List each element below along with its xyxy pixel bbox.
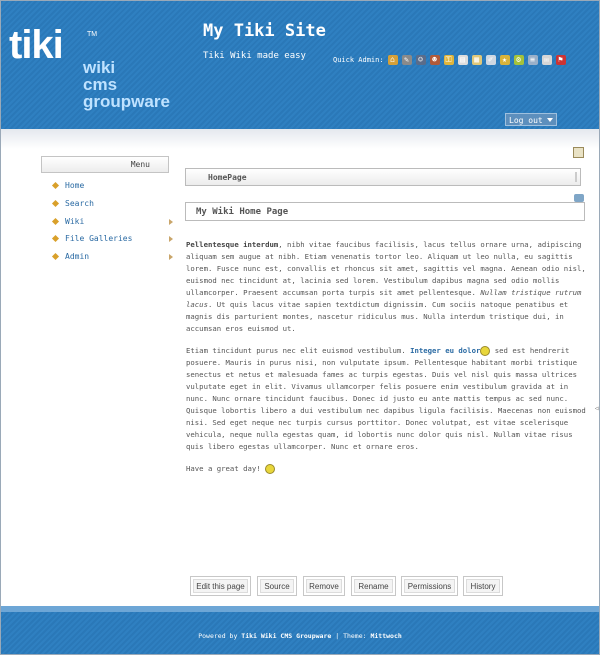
powered-by-text: Powered by (198, 632, 238, 640)
logo-line: cms (83, 75, 118, 94)
gear-icon[interactable]: ⚙ (513, 55, 524, 65)
users-icon[interactable]: ☺ (415, 55, 426, 65)
footer-text: Powered by Tiki Wiki CMS Groupware | The… (1, 632, 599, 640)
paragraph: Etiam tincidunt purus nec elit euismod v… (186, 345, 586, 453)
sidebar-item-label: Admin (65, 252, 90, 261)
paragraph-text: . Ut quis lacus vitae sapien textdictum … (186, 300, 569, 333)
remove-button[interactable]: Remove (303, 576, 345, 596)
page-title: My Wiki Home Page (196, 207, 289, 217)
button-label: Permissions (407, 581, 452, 591)
tiki-logo[interactable]: tiki TM wiki cms groupware (9, 23, 193, 119)
chevron-right-icon (169, 219, 173, 225)
sidebar-item-home[interactable]: Home (51, 181, 173, 190)
bullet-icon (51, 234, 60, 243)
logout-dropdown[interactable]: Log out (505, 113, 557, 126)
quick-admin-label: Quick Admin: (333, 56, 384, 64)
paragraph: Have a great day! (186, 463, 586, 475)
edit-page-icon[interactable] (573, 147, 584, 158)
bullet-icon (51, 252, 60, 261)
chevron-down-icon (547, 118, 553, 122)
button-label: Remove (309, 581, 339, 591)
modules-icon[interactable]: ▤ (457, 55, 468, 65)
mail-icon[interactable]: ✉ (541, 55, 552, 65)
site-title[interactable]: My Tiki Site (203, 21, 326, 41)
sidebar-item-wiki[interactable]: Wiki (51, 217, 173, 226)
wiki-content: Pellentesque interdum, nibh vitae faucib… (186, 239, 586, 485)
bullet-icon (51, 181, 60, 190)
edit-icon[interactable]: ✐ (485, 55, 496, 65)
rename-button[interactable]: Rename (351, 576, 396, 596)
flag-icon[interactable]: ⚑ (555, 55, 566, 65)
bullet-icon (51, 199, 60, 208)
integer-eu-dolor-link[interactable]: Integer eu dolor (410, 346, 480, 355)
smiley-icon (480, 346, 491, 356)
logo-line: groupware (83, 92, 170, 111)
sidebar-item-label: Search (65, 199, 94, 208)
logout-label: Log out (509, 116, 543, 125)
tab-homepage[interactable]: HomePage (185, 168, 581, 186)
tiki-link[interactable]: Tiki Wiki CMS Groupware (241, 632, 331, 640)
theme-name: Mittwoch (370, 632, 402, 640)
key-icon[interactable]: ⚿ (443, 55, 454, 65)
history-button[interactable]: History (463, 576, 503, 596)
edit-section-icon[interactable] (574, 194, 584, 202)
paragraph: Pellentesque interdum, nibh vitae faucib… (186, 239, 586, 335)
collapse-arrow-icon[interactable]: ◁ (595, 405, 599, 412)
logo-subtitle: wiki cms groupware (83, 59, 170, 110)
smiley-icon (265, 464, 276, 474)
edit-this-page-button[interactable]: Edit this page (190, 576, 251, 596)
tab-label: HomePage (208, 173, 247, 182)
chevron-right-icon (169, 236, 173, 242)
star-icon[interactable]: ★ (499, 55, 510, 65)
home-icon[interactable]: ⌂ (387, 55, 398, 65)
sidebar-item-search[interactable]: Search (51, 199, 173, 208)
button-label: Rename (358, 581, 389, 591)
closing-text: Have a great day! (186, 464, 261, 473)
sidebar-item-file-galleries[interactable]: File Galleries (51, 234, 173, 243)
button-label: History (470, 581, 496, 591)
page-heading-box: My Wiki Home Page (185, 202, 585, 221)
separator: | (335, 632, 340, 640)
list-icon[interactable]: ≡ (527, 55, 538, 65)
bold-text: Pellentesque interdum (186, 240, 279, 249)
bullet-icon (51, 217, 60, 226)
groups-icon[interactable]: ☻ (429, 55, 440, 65)
menu-title: Menu (130, 160, 150, 169)
menu-header: Menu (41, 156, 169, 173)
site-footer: Powered by Tiki Wiki CMS Groupware | The… (1, 606, 599, 654)
sidebar-item-admin[interactable]: Admin (51, 252, 173, 261)
page-frame: tiki TM wiki cms groupware My Tiki Site … (0, 0, 600, 655)
sidebar-item-label: Home (65, 181, 85, 190)
logo-line: wiki (83, 58, 116, 77)
button-label: Edit this page (196, 581, 245, 591)
tab-divider (575, 172, 577, 182)
footer-stripe (1, 606, 599, 612)
button-label: Source (264, 581, 290, 591)
theme-label: Theme: (343, 632, 367, 640)
sidebar-item-label: File Galleries (65, 234, 133, 243)
logo-word: tiki (9, 23, 64, 67)
paragraph-text: sed est hendrerit posuere. Mauris in pur… (186, 346, 586, 451)
tracker-icon[interactable]: ▦ (471, 55, 482, 65)
sidebar-item-label: Wiki (65, 217, 85, 226)
paragraph-text: Etiam tincidunt purus nec elit euismod v… (186, 346, 411, 355)
quick-admin-icons: ⌂ ✎ ☺ ☻ ⚿ ▤ ▦ ✐ ★ ⚙ ≡ ✉ ⚑ (387, 55, 570, 65)
permissions-button[interactable]: Permissions (401, 576, 458, 596)
site-header: tiki TM wiki cms groupware My Tiki Site … (1, 1, 599, 129)
site-slogan: Tiki Wiki made easy (203, 51, 306, 61)
source-button[interactable]: Source (257, 576, 297, 596)
wrench-icon[interactable]: ✎ (401, 55, 412, 65)
quick-admin-bar: Quick Admin: ⌂ ✎ ☺ ☻ ⚿ ▤ ▦ ✐ ★ ⚙ ≡ ✉ ⚑ (333, 55, 570, 65)
logo-trademark: TM (87, 31, 98, 38)
header-shadow (1, 129, 599, 149)
chevron-right-icon (169, 254, 173, 260)
